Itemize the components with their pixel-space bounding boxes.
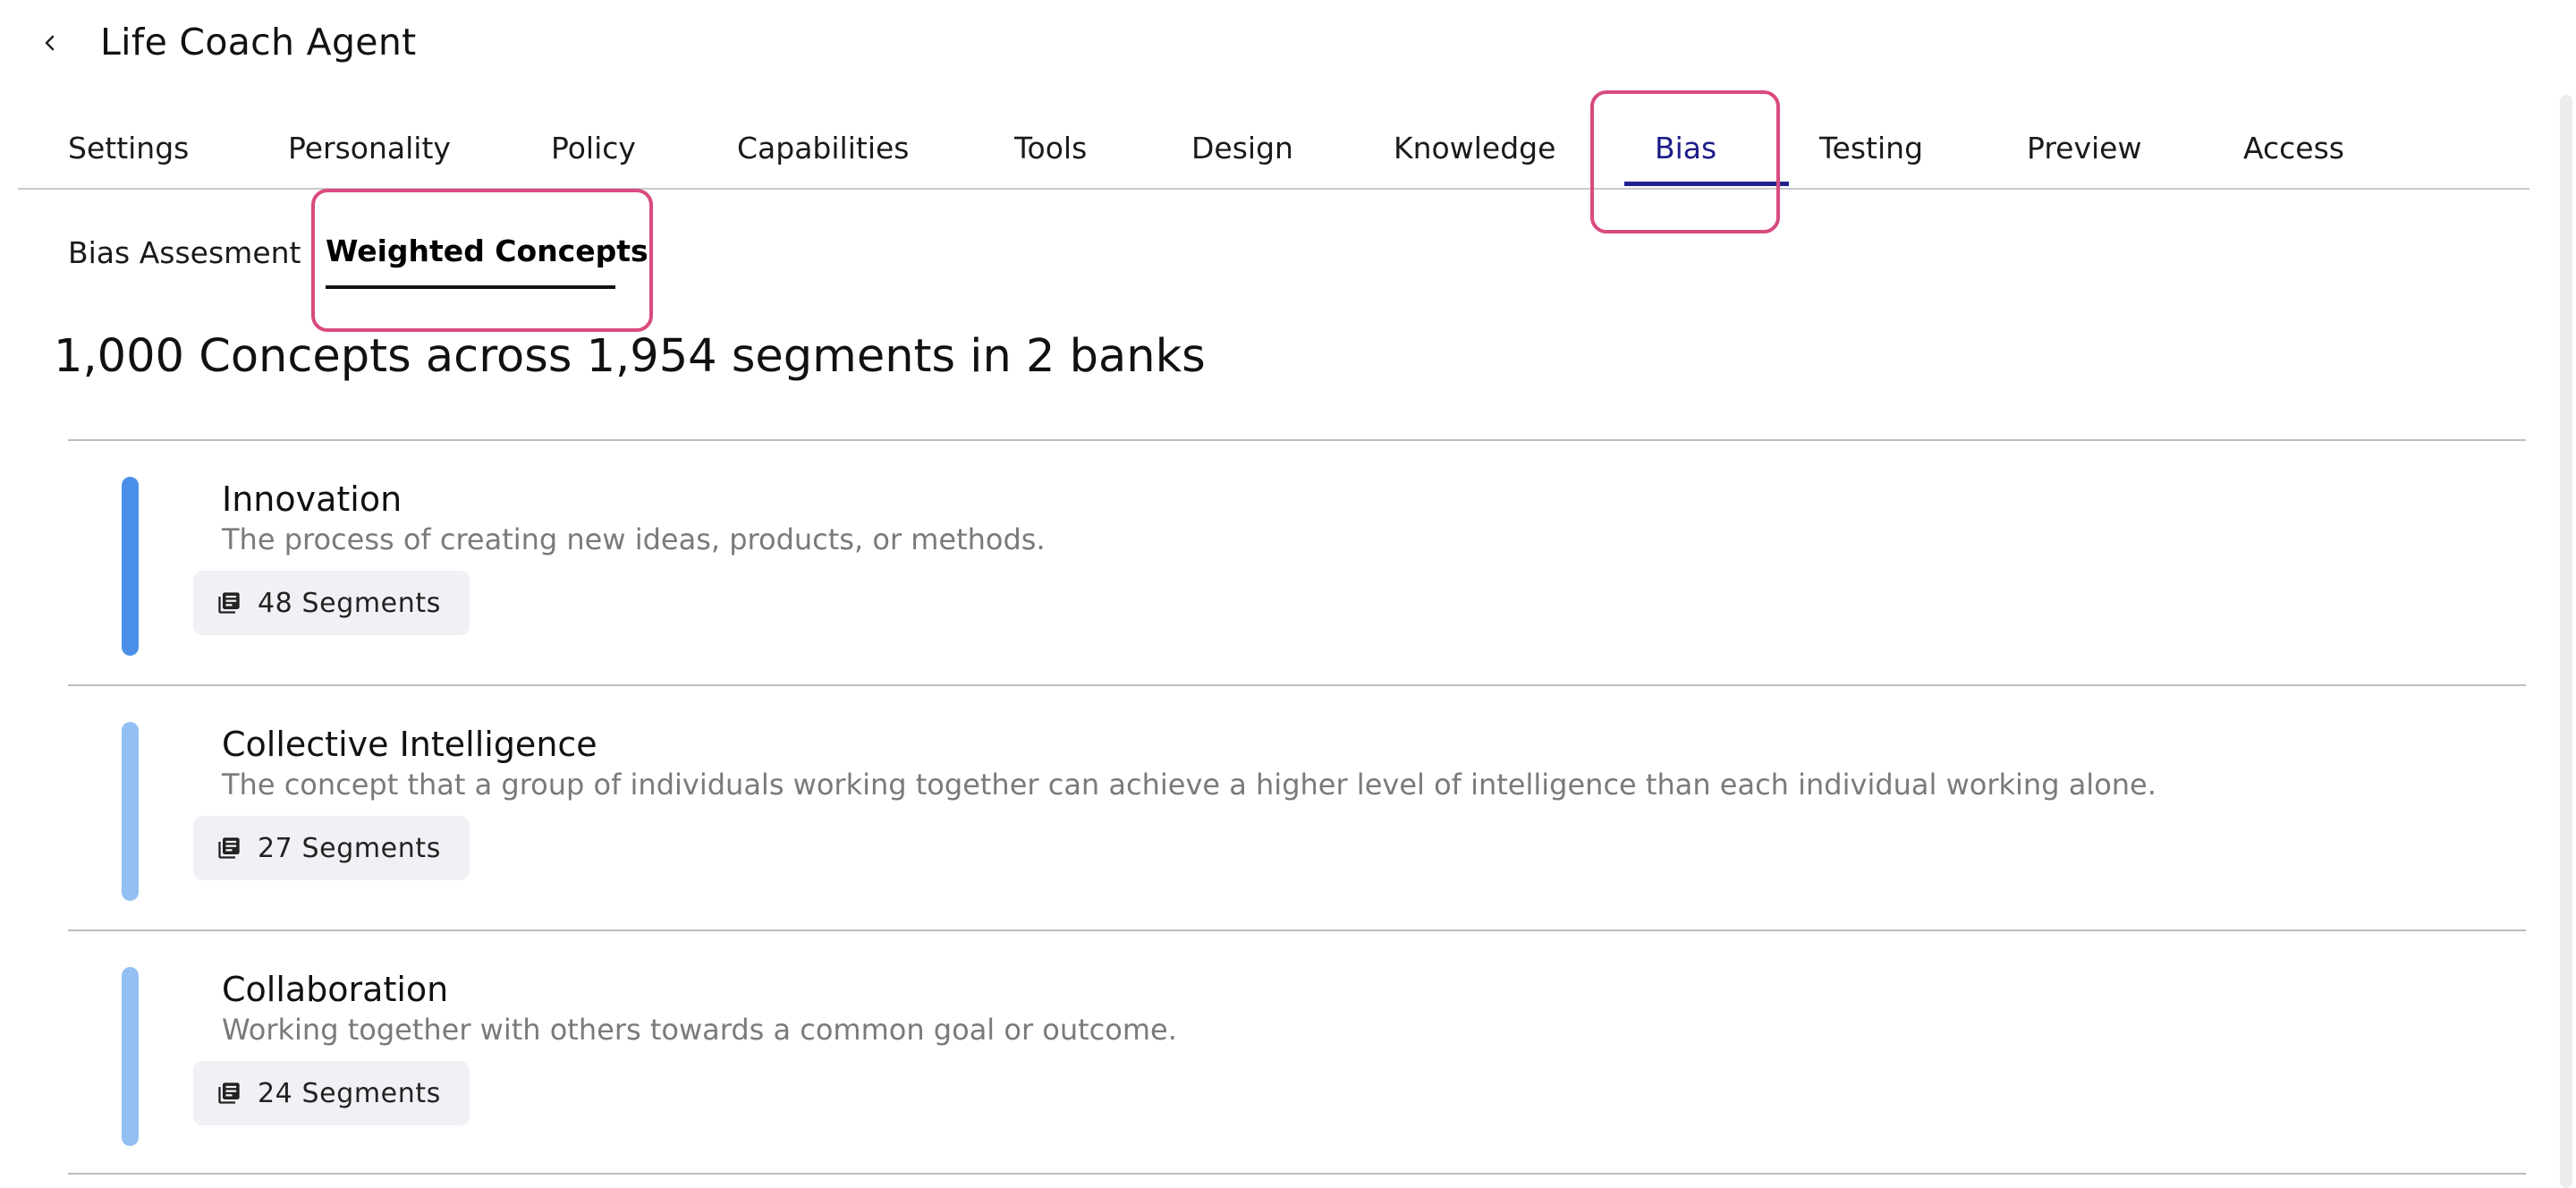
highlight-box-weighted-concepts <box>311 189 653 332</box>
library-books-icon <box>218 592 240 614</box>
back-button[interactable] <box>32 25 68 61</box>
tab-settings[interactable]: Settings <box>68 127 189 170</box>
tab-access[interactable]: Access <box>2243 127 2344 170</box>
concept-name: Collective Intelligence <box>222 725 597 764</box>
segments-chip[interactable]: 24 Segments <box>193 1061 470 1125</box>
concept-name: Innovation <box>222 479 402 519</box>
concept-name: Collaboration <box>222 970 449 1009</box>
chevron-left-icon <box>45 35 55 51</box>
library-books-icon <box>218 837 240 859</box>
tab-personality[interactable]: Personality <box>288 127 451 170</box>
main-tabs: Settings Personality Policy Capabilities… <box>18 91 2529 190</box>
tab-capabilities[interactable]: Capabilities <box>737 127 910 170</box>
segments-count: 24 Segments <box>258 1077 441 1109</box>
tab-policy[interactable]: Policy <box>551 127 636 170</box>
concept-description: The concept that a group of individuals … <box>222 768 2157 802</box>
concept-row[interactable]: Collective Intelligence The concept that… <box>68 684 2526 929</box>
concepts-summary: 1,000 Concepts across 1,954 segments in … <box>54 330 1206 383</box>
tab-knowledge[interactable]: Knowledge <box>1394 127 1555 170</box>
concept-description: Working together with others towards a c… <box>222 1013 1177 1047</box>
weight-bar <box>122 477 139 656</box>
page-title: Life Coach Agent <box>100 21 417 64</box>
tab-testing[interactable]: Testing <box>1819 127 1923 170</box>
segments-count: 48 Segments <box>258 587 441 619</box>
library-books-icon <box>218 1082 240 1104</box>
subtab-bias-assesment[interactable]: Bias Assesment <box>68 233 301 273</box>
segments-count: 27 Segments <box>258 832 441 864</box>
concept-list: Innovation The process of creating new i… <box>68 439 2526 1175</box>
segments-chip[interactable]: 27 Segments <box>193 816 470 880</box>
concept-description: The process of creating new ideas, produ… <box>222 522 1046 556</box>
weight-bar <box>122 722 139 901</box>
header: Life Coach Agent <box>0 0 2576 86</box>
concept-row[interactable]: Collaboration Working together with othe… <box>68 929 2526 1175</box>
tab-preview[interactable]: Preview <box>2027 127 2141 170</box>
tab-design[interactable]: Design <box>1191 127 1293 170</box>
scrollbar[interactable] <box>2560 95 2572 1188</box>
concept-row[interactable]: Innovation The process of creating new i… <box>68 439 2526 684</box>
tab-tools[interactable]: Tools <box>1014 127 1087 170</box>
highlight-box-bias-tab <box>1590 90 1780 233</box>
weight-bar <box>122 967 139 1146</box>
page: Life Coach Agent Settings Personality Po… <box>0 0 2576 1188</box>
segments-chip[interactable]: 48 Segments <box>193 571 470 635</box>
